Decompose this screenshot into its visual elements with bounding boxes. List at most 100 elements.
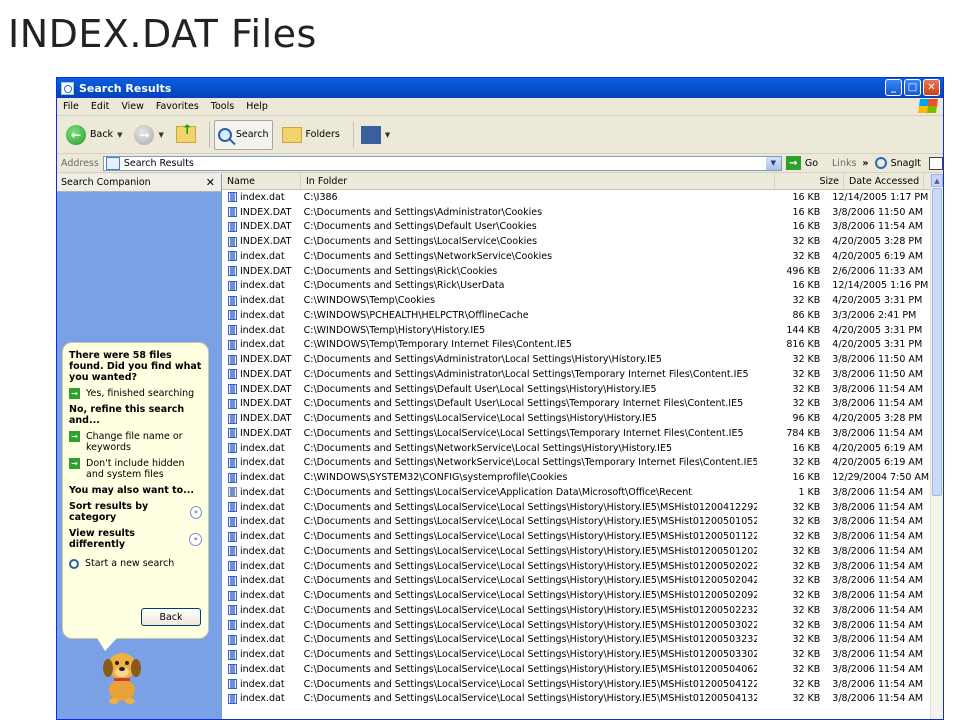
file-name-cell[interactable]: INDEX.DAT (222, 236, 299, 247)
search-toolbar-button[interactable]: Search (213, 119, 273, 150)
close-icon[interactable]: ✕ (206, 176, 215, 189)
file-row[interactable]: index.dat C:\Documents and Settings\Local… (222, 529, 931, 544)
file-name-cell[interactable]: index.dat (222, 634, 299, 645)
address-input[interactable]: Search Results ▼ (102, 155, 782, 171)
column-header-date[interactable]: Date Accessed (844, 174, 924, 189)
file-name-cell[interactable]: index.dat (222, 516, 299, 527)
minimize-button[interactable]: _ (885, 79, 902, 96)
expand-icon[interactable]: » (189, 505, 202, 519)
snagit-button[interactable]: SnagIt (874, 156, 943, 170)
chevron-down-icon[interactable]: ▼ (765, 156, 781, 170)
file-row[interactable]: index.dat C:\Documents and Settings\Local… (222, 485, 931, 500)
file-row[interactable]: index.dat C:\WINDOWS\Temp\History\History… (222, 323, 931, 338)
file-name-cell[interactable]: index.dat (222, 531, 299, 542)
file-name-cell[interactable]: index.dat (222, 192, 299, 203)
vertical-scrollbar[interactable]: ▲ (930, 174, 943, 719)
file-row[interactable]: index.dat C:\Documents and Settings\Local… (222, 662, 931, 677)
file-name-cell[interactable]: index.dat (222, 605, 299, 616)
yes-finished-option[interactable]: → Yes, finished searching (69, 388, 202, 399)
file-row[interactable]: INDEX.DAT C:\Documents and Settings\Admin… (222, 367, 931, 382)
file-name-cell[interactable]: index.dat (222, 693, 299, 704)
views-toolbar-button[interactable]: ▼ (358, 121, 393, 149)
file-row[interactable]: INDEX.DAT C:\Documents and Settings\Defau… (222, 382, 931, 397)
file-row[interactable]: index.dat C:\Documents and Settings\Local… (222, 677, 931, 692)
file-row[interactable]: index.dat C:\WINDOWS\SYSTEM32\CONFIG\syst… (222, 470, 931, 485)
file-name-cell[interactable]: index.dat (222, 620, 299, 631)
file-name-cell[interactable]: index.dat (222, 664, 299, 675)
file-name-cell[interactable]: INDEX.DAT (222, 413, 299, 424)
file-row[interactable]: INDEX.DAT C:\Documents and Settings\Local… (222, 234, 931, 249)
menu-file[interactable]: File (63, 101, 79, 112)
file-row[interactable]: index.dat C:\Documents and Settings\Local… (222, 588, 931, 603)
file-name-cell[interactable]: index.dat (222, 546, 299, 557)
file-row[interactable]: index.dat C:\WINDOWS\PCHEALTH\HELPCTR\Off… (222, 308, 931, 323)
back-toolbar-button[interactable]: ← Back ▼ (63, 121, 125, 149)
chevron-down-icon[interactable]: ▼ (117, 131, 122, 139)
file-name-cell[interactable]: index.dat (222, 295, 299, 306)
file-row[interactable]: index.dat C:\Documents and Settings\Local… (222, 559, 931, 574)
close-button[interactable]: ✕ (923, 79, 940, 96)
column-header-name[interactable]: Name (222, 174, 301, 189)
scroll-thumb[interactable] (932, 188, 942, 496)
up-folder-button[interactable] (173, 121, 199, 149)
file-name-cell[interactable]: index.dat (222, 487, 299, 498)
file-name-cell[interactable]: index.dat (222, 502, 299, 513)
file-name-cell[interactable]: INDEX.DAT (222, 428, 299, 439)
file-row[interactable]: index.dat C:\Documents and Settings\Local… (222, 574, 931, 589)
column-header-folder[interactable]: In Folder (301, 174, 775, 189)
title-bar[interactable]: Search Results _ □ ✕ (57, 78, 943, 98)
file-name-cell[interactable]: INDEX.DAT (222, 398, 299, 409)
exclude-hidden-files-option[interactable]: → Don't include hidden and system files (69, 458, 202, 480)
file-row[interactable]: index.dat C:\Documents and Settings\Netwo… (222, 456, 931, 471)
file-name-cell[interactable]: index.dat (222, 339, 299, 350)
menu-view[interactable]: View (121, 101, 144, 112)
snagit-capture-icon[interactable] (929, 156, 943, 170)
file-row[interactable]: INDEX.DAT C:\Documents and Settings\Admin… (222, 205, 931, 220)
sort-results-option[interactable]: Sort results by category » (69, 501, 202, 523)
menu-favorites[interactable]: Favorites (156, 101, 199, 112)
file-row[interactable]: index.dat C:\Documents and Settings\Netwo… (222, 441, 931, 456)
file-name-cell[interactable]: index.dat (222, 679, 299, 690)
file-name-cell[interactable]: INDEX.DAT (222, 354, 299, 365)
file-name-cell[interactable]: index.dat (222, 443, 299, 454)
file-row[interactable]: index.dat C:\I386 16 KB 12/14/2005 1:17 PM (222, 190, 931, 205)
view-results-option[interactable]: View results differently » (69, 528, 202, 550)
go-button[interactable]: → Go (785, 156, 818, 170)
back-button[interactable]: Back (141, 608, 201, 626)
chevron-down-icon[interactable]: ▼ (158, 131, 163, 139)
file-name-cell[interactable]: index.dat (222, 472, 299, 483)
file-row[interactable]: INDEX.DAT C:\Documents and Settings\Local… (222, 411, 931, 426)
file-row[interactable]: INDEX.DAT C:\Documents and Settings\Rick\… (222, 264, 931, 279)
file-name-cell[interactable]: index.dat (222, 325, 299, 336)
menu-help[interactable]: Help (246, 101, 268, 112)
file-name-cell[interactable]: index.dat (222, 457, 299, 468)
file-row[interactable]: index.dat C:\Documents and Settings\Local… (222, 647, 931, 662)
file-name-cell[interactable]: INDEX.DAT (222, 266, 299, 277)
file-row[interactable]: index.dat C:\Documents and Settings\Local… (222, 500, 931, 515)
file-row[interactable]: index.dat C:\Documents and Settings\Local… (222, 633, 931, 648)
file-row[interactable]: index.dat C:\Documents and Settings\Netwo… (222, 249, 931, 264)
file-name-cell[interactable]: index.dat (222, 649, 299, 660)
file-name-cell[interactable]: INDEX.DAT (222, 221, 299, 232)
file-row[interactable]: index.dat C:\Documents and Settings\Local… (222, 603, 931, 618)
file-name-cell[interactable]: index.dat (222, 575, 299, 586)
chevron-right-icon[interactable]: » (862, 158, 868, 169)
column-header-size[interactable]: Size (775, 174, 844, 189)
file-row[interactable]: index.dat C:\Documents and Settings\Local… (222, 618, 931, 633)
file-name-cell[interactable]: INDEX.DAT (222, 369, 299, 380)
file-row[interactable]: INDEX.DAT C:\Documents and Settings\Local… (222, 426, 931, 441)
file-row[interactable]: index.dat C:\WINDOWS\Temp\Cookies 32 KB 4/2… (222, 293, 931, 308)
file-row[interactable]: index.dat C:\WINDOWS\Temp\Temporary Inter… (222, 338, 931, 353)
file-name-cell[interactable]: index.dat (222, 561, 299, 572)
change-file-name-option[interactable]: → Change file name or keywords (69, 431, 202, 453)
file-row[interactable]: INDEX.DAT C:\Documents and Settings\Admin… (222, 352, 931, 367)
file-name-cell[interactable]: INDEX.DAT (222, 384, 299, 395)
file-name-cell[interactable]: index.dat (222, 310, 299, 321)
maximize-button[interactable]: □ (904, 79, 921, 96)
expand-icon[interactable]: » (189, 532, 202, 546)
chevron-down-icon[interactable]: ▼ (385, 131, 390, 139)
file-name-cell[interactable]: index.dat (222, 590, 299, 601)
folders-toolbar-button[interactable]: Folders (279, 121, 343, 149)
file-row[interactable]: INDEX.DAT C:\Documents and Settings\Defau… (222, 397, 931, 412)
scroll-up-icon[interactable]: ▲ (931, 174, 943, 187)
